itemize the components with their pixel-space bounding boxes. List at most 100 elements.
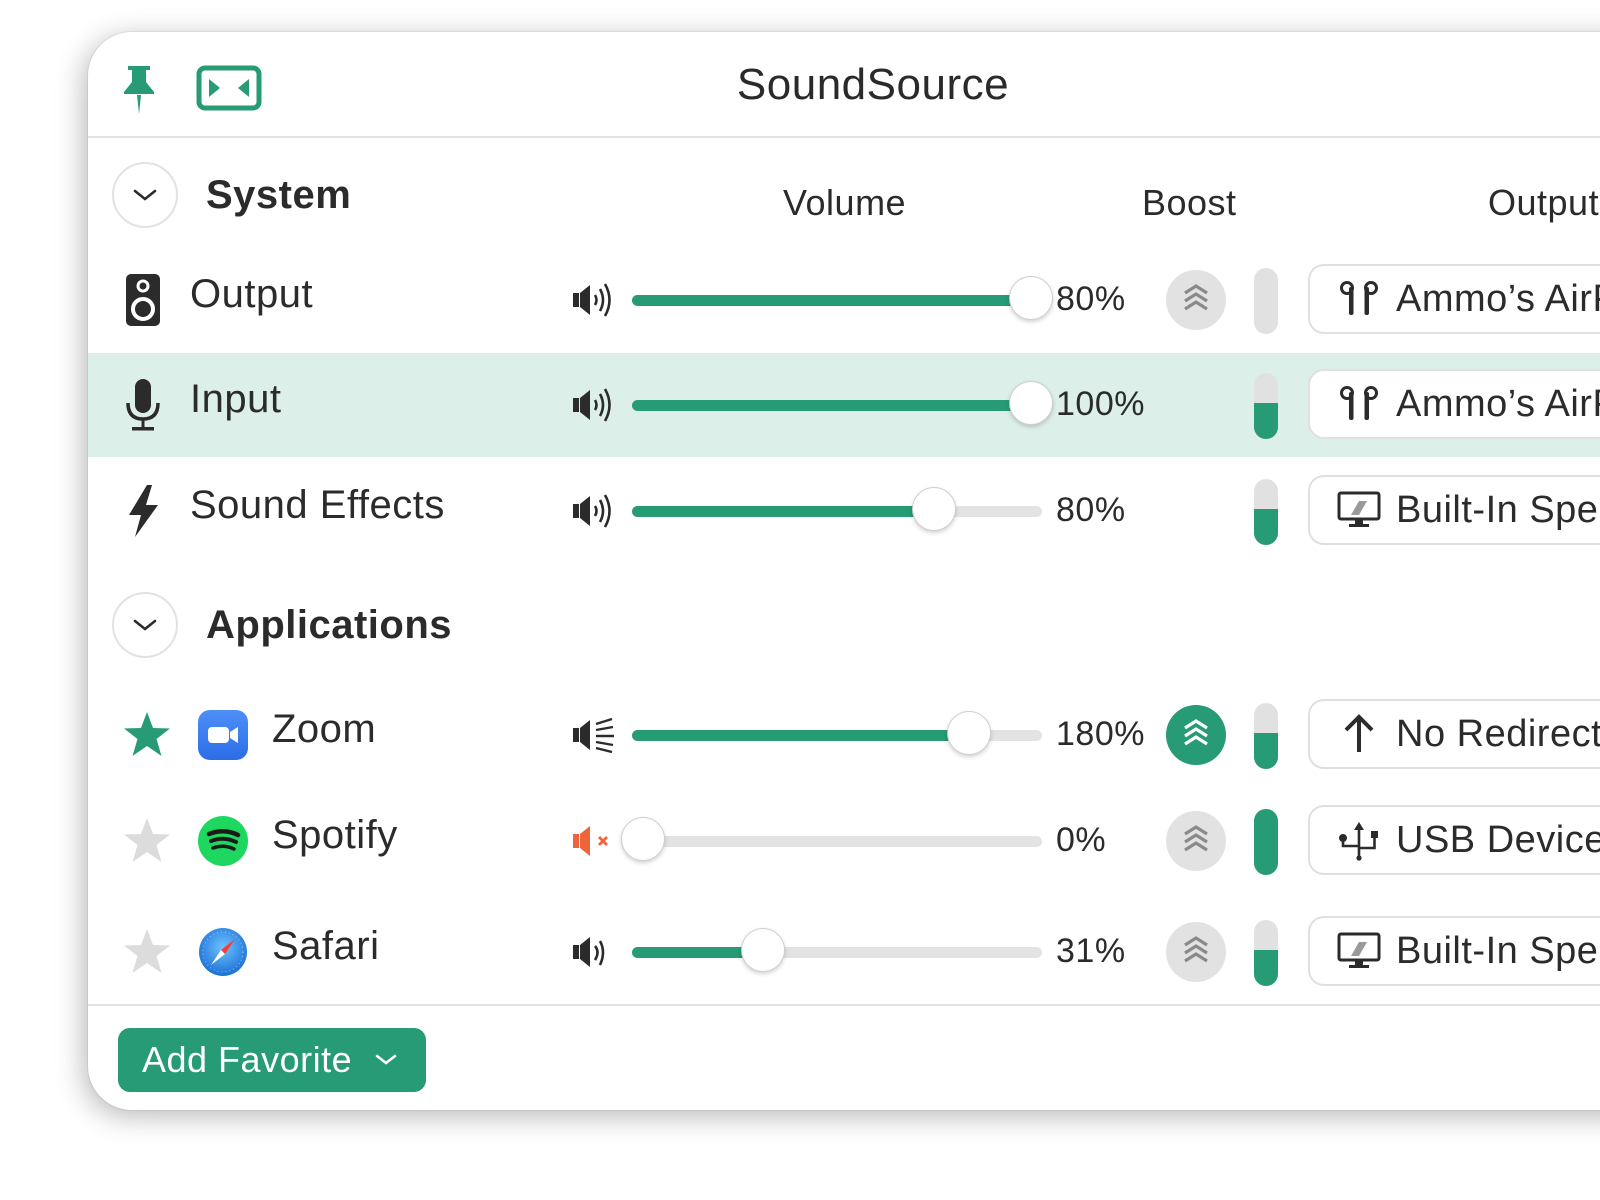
- level-meter: [1254, 703, 1278, 769]
- volume-value: 80%: [1056, 491, 1126, 529]
- output-device-label: USB Device: [1396, 818, 1600, 861]
- volume-value: 80%: [1056, 280, 1126, 318]
- app-row-spotify[interactable]: Spotify 0% USB Device: [88, 789, 1600, 893]
- volume-value: 100%: [1056, 385, 1145, 423]
- footer: Add Favorite: [88, 1004, 1600, 1110]
- boost-chevrons-icon: [1181, 717, 1211, 754]
- output-device-label: No Redirect: [1396, 712, 1600, 755]
- arrow-up-icon: [1336, 714, 1382, 754]
- boost-button[interactable]: [1166, 811, 1226, 871]
- slider-thumb[interactable]: [946, 711, 991, 755]
- system-row-sound-effects[interactable]: Sound Effects 80% Built-In Speakers: [88, 459, 1600, 563]
- boost-button[interactable]: [1166, 922, 1226, 982]
- safari-app-icon: [198, 927, 248, 977]
- level-meter-fill: [1254, 949, 1278, 986]
- app-row-zoom[interactable]: Zoom 180% No Redirect: [88, 683, 1600, 787]
- add-favorite-button[interactable]: Add Favorite: [118, 1028, 427, 1092]
- soundsource-window: SoundSource System Volume Boost Output O…: [88, 32, 1600, 1110]
- boost-button[interactable]: [1166, 270, 1226, 330]
- slider-fill: [632, 400, 1031, 411]
- app-title: SoundSource: [736, 60, 1010, 109]
- slider-thumb[interactable]: [741, 928, 786, 972]
- output-device-select[interactable]: Ammo’s AirPods: [1308, 264, 1600, 334]
- volume-high-icon[interactable]: [572, 282, 620, 318]
- output-device-select[interactable]: USB Device: [1308, 805, 1600, 875]
- app-label: Zoom: [272, 707, 377, 751]
- imac-icon: [1336, 490, 1382, 530]
- output-device-select[interactable]: Built-In Speakers: [1308, 475, 1600, 545]
- favorite-star-icon[interactable]: [122, 710, 172, 760]
- chevron-down-icon: [133, 189, 157, 201]
- boost-chevrons-icon: [1181, 934, 1211, 971]
- level-meter: [1254, 373, 1278, 439]
- volume-value: 0%: [1056, 821, 1107, 859]
- volume-high-icon[interactable]: [572, 387, 620, 423]
- speaker-icon: [122, 272, 164, 328]
- section-header-applications: Applications: [112, 590, 452, 660]
- favorite-star-icon[interactable]: [122, 816, 172, 866]
- volume-slider[interactable]: [621, 817, 1042, 861]
- slider-thumb[interactable]: [621, 817, 665, 861]
- slider-track: [632, 836, 1042, 847]
- output-device-select[interactable]: Ammo’s AirPods: [1308, 369, 1600, 439]
- column-header-boost: Boost: [1142, 182, 1237, 223]
- boost-chevrons-icon: [1181, 823, 1211, 860]
- volume-slider[interactable]: [632, 928, 1042, 972]
- section-title-applications: Applications: [206, 602, 453, 647]
- zoom-app-icon: [198, 710, 248, 760]
- column-header-volume: Volume: [783, 182, 907, 223]
- volume-high-icon[interactable]: [572, 493, 620, 529]
- level-meter: [1254, 479, 1278, 545]
- level-meter: [1254, 809, 1278, 875]
- airpods-icon: [1336, 279, 1382, 319]
- spotify-app-icon: [198, 816, 248, 866]
- boost-button[interactable]: [1166, 705, 1226, 765]
- favorite-star-icon[interactable]: [122, 927, 172, 977]
- collapse-system-button[interactable]: [112, 162, 178, 228]
- usb-icon: [1336, 820, 1382, 861]
- volume-muted-icon[interactable]: [572, 823, 620, 859]
- column-header-output: Output: [1488, 182, 1600, 223]
- row-label: Input: [190, 377, 282, 421]
- volume-slider[interactable]: [632, 487, 1042, 531]
- level-meter: [1254, 920, 1278, 986]
- microphone-icon: [122, 377, 164, 433]
- system-row-input[interactable]: Input 100% Ammo’s AirPods: [88, 353, 1600, 457]
- slider-thumb[interactable]: [1009, 381, 1053, 425]
- volume-slider[interactable]: [632, 276, 1053, 320]
- level-meter-fill: [1254, 809, 1278, 875]
- slider-fill: [632, 506, 934, 517]
- slider-thumb[interactable]: [912, 487, 956, 531]
- slider-fill: [632, 295, 1031, 306]
- row-label: Sound Effects: [190, 483, 445, 527]
- slider-fill: [632, 730, 969, 741]
- level-meter: [1254, 268, 1278, 334]
- add-favorite-label: Add Favorite: [142, 1039, 353, 1080]
- system-row-output[interactable]: Output 80% Ammo’s AirPods: [88, 248, 1600, 352]
- row-label: Output: [190, 272, 314, 316]
- volume-slider[interactable]: [632, 381, 1053, 425]
- title-bar: SoundSource: [88, 32, 1600, 138]
- volume-slider[interactable]: [632, 711, 1042, 755]
- app-label: Spotify: [272, 813, 398, 857]
- output-device-label: Ammo’s AirPods: [1396, 382, 1600, 425]
- app-row-safari[interactable]: Safari 31% Built-In Speakers: [88, 900, 1600, 1004]
- lightning-icon: [122, 483, 164, 539]
- section-header-system: System: [112, 160, 351, 230]
- app-label: Safari: [272, 924, 380, 968]
- output-device-select[interactable]: No Redirect: [1308, 699, 1600, 769]
- output-device-label: Built-In Speakers: [1396, 488, 1600, 531]
- output-device-select[interactable]: Built-In Speakers: [1308, 916, 1600, 986]
- level-meter-fill: [1254, 402, 1278, 439]
- slider-thumb[interactable]: [1009, 276, 1053, 320]
- airpods-icon: [1336, 384, 1382, 424]
- level-meter-fill: [1254, 732, 1278, 769]
- boost-chevrons-icon: [1181, 282, 1211, 319]
- volume-low-icon[interactable]: [572, 934, 620, 970]
- collapse-applications-button[interactable]: [112, 592, 178, 658]
- output-device-label: Built-In Speakers: [1396, 929, 1600, 972]
- volume-boosted-icon[interactable]: [572, 717, 620, 754]
- volume-value: 31%: [1056, 932, 1126, 970]
- chevron-down-icon: [133, 619, 157, 631]
- chevron-down-icon: [374, 1053, 398, 1067]
